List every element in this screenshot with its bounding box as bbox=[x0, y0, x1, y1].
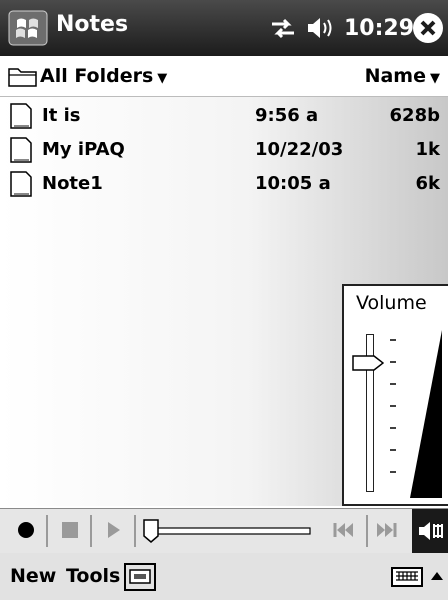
volume-panel: Volume bbox=[342, 284, 448, 506]
new-menu[interactable]: New bbox=[10, 565, 56, 587]
menu-bar: New Tools bbox=[0, 553, 448, 600]
dropdown-arrow-icon: ▼ bbox=[430, 71, 440, 86]
recording-toolbar bbox=[0, 508, 448, 554]
folder-bar: All Folders ▼ Name ▼ bbox=[0, 56, 448, 97]
stop-icon bbox=[62, 522, 78, 538]
rewind-icon bbox=[333, 523, 353, 537]
note-size: 628b bbox=[389, 105, 440, 126]
volume-level-ramp bbox=[410, 330, 442, 498]
divider bbox=[366, 515, 368, 547]
divider bbox=[90, 515, 92, 547]
note-size: 6k bbox=[415, 173, 441, 194]
folder-dropdown[interactable]: All Folders ▼ bbox=[40, 65, 167, 87]
note-name: It is bbox=[42, 105, 81, 126]
position-slider[interactable] bbox=[138, 519, 314, 543]
fast-forward-button[interactable] bbox=[372, 515, 400, 545]
start-icon[interactable] bbox=[8, 10, 48, 46]
note-time: 10:05 a bbox=[255, 173, 331, 194]
clock[interactable]: 10:29 bbox=[344, 16, 414, 41]
volume-ticks bbox=[390, 339, 396, 473]
title-bar: Notes 10:29 bbox=[0, 0, 448, 56]
volume-title: Volume bbox=[356, 292, 427, 314]
tools-menu[interactable]: Tools bbox=[66, 565, 120, 587]
sort-dropdown[interactable]: Name ▼ bbox=[365, 65, 440, 87]
note-icon bbox=[10, 137, 32, 163]
sort-label: Name bbox=[364, 65, 426, 87]
speaker-icon[interactable] bbox=[306, 16, 334, 40]
list-item[interactable]: Note1 10:05 a 6k bbox=[0, 165, 448, 203]
list-item[interactable]: It is 9:56 a 628b bbox=[0, 97, 448, 135]
volume-slider-thumb[interactable] bbox=[352, 355, 384, 371]
recording-toolbar-icon[interactable] bbox=[124, 563, 156, 591]
app-title: Notes bbox=[56, 12, 129, 37]
speaker-toggle-button[interactable] bbox=[412, 509, 448, 553]
divider bbox=[134, 515, 136, 547]
play-icon bbox=[108, 522, 120, 538]
note-icon bbox=[10, 171, 32, 197]
note-name: My iPAQ bbox=[42, 139, 125, 160]
record-button[interactable] bbox=[12, 515, 40, 545]
note-icon bbox=[10, 103, 32, 129]
keyboard-icon[interactable] bbox=[391, 567, 423, 587]
connectivity-icon[interactable] bbox=[270, 16, 296, 40]
folder-icon bbox=[8, 68, 37, 87]
up-arrow-icon[interactable] bbox=[430, 567, 444, 587]
speaker-toggle-icon bbox=[419, 522, 443, 540]
record-icon bbox=[18, 522, 34, 538]
stop-button[interactable] bbox=[56, 515, 84, 545]
folder-label: All Folders bbox=[40, 65, 154, 87]
status-area: 10:29 bbox=[270, 12, 414, 44]
play-button[interactable] bbox=[100, 515, 128, 545]
note-time: 9:56 a bbox=[255, 105, 319, 126]
note-size: 1k bbox=[415, 139, 441, 160]
note-time: 10/22/03 bbox=[255, 139, 344, 160]
close-icon[interactable] bbox=[412, 12, 444, 44]
divider bbox=[46, 515, 48, 547]
list-item[interactable]: My iPAQ 10/22/03 1k bbox=[0, 131, 448, 169]
dropdown-arrow-icon: ▼ bbox=[157, 71, 168, 86]
rewind-button[interactable] bbox=[330, 515, 358, 545]
note-name: Note1 bbox=[42, 173, 103, 194]
fast-forward-icon bbox=[377, 523, 397, 537]
